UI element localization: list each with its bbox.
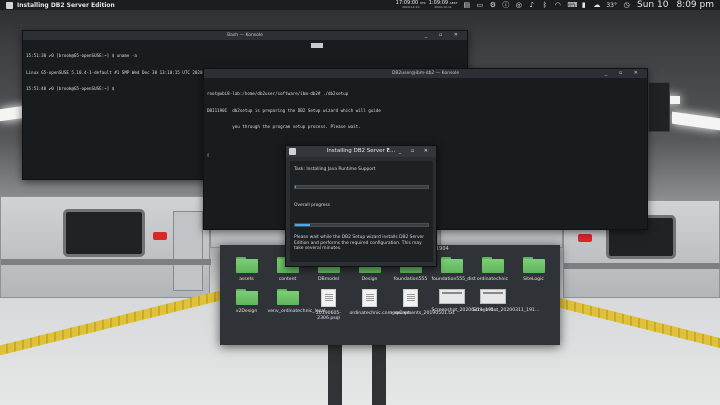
keyboard-icon[interactable]: ⌨: [567, 1, 577, 9]
terminal-line: DBI1190I db2setup is preparing the DB2 S…: [207, 107, 381, 113]
window-title: DB2user@ibm-db2 — Konsole: [391, 71, 460, 76]
world-clock-utc[interactable]: 17:09:00 UTC 2020-12-10: [396, 1, 426, 10]
window-titlebar[interactable]: Bash — Konsole _ ▫ ✕: [23, 31, 467, 40]
platform-edge: [560, 298, 720, 348]
clipboard-icon[interactable]: ▤: [463, 1, 471, 9]
monitor-icon[interactable]: ▭: [476, 1, 484, 9]
weather-icon[interactable]: ☁: [593, 1, 600, 9]
ttc-logo: [153, 232, 167, 240]
train-stripe: [1, 259, 211, 265]
db2-installer-dialog[interactable]: Installing DB2 Server E... ? _ ▫ ✕ Task:…: [285, 145, 437, 267]
file-label: v2Design: [235, 308, 258, 314]
file-label: Screenshot_20200311_191...: [431, 307, 499, 313]
folder-path-label: 1904: [436, 246, 449, 252]
clock-icon: ◷: [623, 0, 630, 9]
text-cursor: [311, 43, 323, 48]
update-icon[interactable]: ◎: [515, 1, 522, 9]
folder-icon: [235, 257, 258, 273]
dialog-titlebar[interactable]: Installing DB2 Server E... ? _ ▫ ✕: [286, 146, 436, 157]
platform-edge: [0, 290, 220, 356]
dialog-title: Installing DB2 Server E...: [326, 148, 396, 154]
background-window[interactable]: [648, 82, 670, 132]
file-label: 20190605-2306.psql: [315, 310, 342, 322]
file-label: Design: [361, 277, 378, 282]
panel-time[interactable]: 8:09 pm: [676, 0, 714, 10]
floor-stripe: [328, 345, 342, 405]
file-item[interactable]: Screenshot_20200311_191...: [472, 288, 540, 322]
train-door: [173, 211, 203, 291]
folder-icon: [235, 288, 258, 305]
terminal-line: you through the program setup process. P…: [207, 124, 361, 129]
file-label: SiteLogic: [523, 277, 544, 282]
overall-progress-bar: [294, 223, 429, 227]
terminal-line: 15:51:38 ✔0 [brook@G5-openSUSE:~] $ unam…: [26, 53, 137, 58]
file-item[interactable]: Screenshot_20200311_191...: [431, 288, 499, 322]
file-label: foundation555_dist: [431, 277, 476, 282]
document-icon: [321, 288, 336, 307]
file-item[interactable]: ordinatechnic: [472, 257, 513, 283]
overall-progress-label: Overall progress: [294, 203, 331, 208]
panel-date[interactable]: Sun 10: [637, 0, 668, 10]
info-icon[interactable]: ⓘ: [502, 1, 509, 9]
file-item[interactable]: venv_ordinatechnic_local: [267, 288, 326, 322]
window-controls[interactable]: _ ▫ ✕: [425, 31, 463, 40]
bluetooth-icon[interactable]: ᛒ: [541, 1, 548, 9]
ttc-logo: [578, 234, 592, 242]
file-item[interactable]: foundation555_dist: [431, 257, 476, 283]
clock-timezone: UTC: [419, 1, 426, 5]
file-label: assets: [239, 277, 254, 282]
install-message: Please wait while the DB2 Setup wizard i…: [294, 235, 425, 252]
world-clock-aest[interactable]: 1:09:09 AEST 2020-12-11: [429, 1, 458, 10]
battery-icon[interactable]: ▮: [580, 1, 587, 9]
overall-progress-fill: [295, 224, 310, 226]
train-stripe: [564, 263, 720, 269]
task-progress-bar: [294, 185, 429, 189]
file-item[interactable]: assets: [226, 257, 267, 283]
folder-icon: [276, 288, 299, 305]
active-window-title: Installing DB2 Server Edition: [17, 1, 115, 9]
terminal-line: root@ubi8-lab:/home/db2user/software/ibm…: [207, 91, 349, 96]
settings-icon[interactable]: ⚙: [489, 1, 496, 9]
task-label: Task: Installing Java Runtime Support: [294, 167, 376, 172]
installer-icon: [289, 148, 296, 155]
folder-icon: [440, 257, 463, 273]
floor-stripe: [372, 345, 386, 405]
file-label: content: [278, 277, 297, 282]
file-item[interactable]: 20190605-2306.psql: [308, 288, 349, 322]
window-title: Bash — Konsole: [227, 33, 263, 38]
file-item[interactable]: SiteLogic: [513, 257, 554, 283]
file-item[interactable]: ordinatechnic.com_reCapt...: [349, 288, 415, 322]
image-icon: [438, 288, 465, 304]
train-window: [63, 209, 145, 257]
file-label: ordinatechnic.com_reCapt...: [349, 310, 415, 316]
window-titlebar[interactable]: DB2user@ibm-db2 — Konsole _ ▫ ✕: [204, 69, 647, 78]
task-progress-fill: [295, 186, 297, 188]
window-controls[interactable]: _ ▫ ✕: [605, 69, 643, 78]
volume-icon[interactable]: ♪: [528, 1, 535, 9]
document-icon: [403, 288, 418, 307]
document-icon: [362, 288, 377, 307]
image-icon: [479, 288, 506, 304]
ceiling-light: [672, 111, 720, 131]
top-panel: Installing DB2 Server Edition 17:09:00 U…: [0, 0, 720, 10]
folder-icon: [481, 257, 504, 273]
file-label: Screenshot_20200311_191...: [472, 307, 540, 313]
wifi-icon[interactable]: ◠: [554, 1, 561, 9]
app-icon: [6, 1, 13, 9]
file-label: DBmodel: [318, 277, 339, 282]
subway-train-left: [0, 196, 211, 298]
file-item[interactable]: v2Design: [226, 288, 267, 322]
file-label: foundation555: [393, 277, 428, 282]
dialog-content: Task: Installing Java Runtime Support Ov…: [290, 161, 433, 262]
dialog-controls[interactable]: ? _ ▫ ✕: [387, 146, 433, 157]
file-label: requirements_20190501.txt: [390, 310, 455, 316]
temperature: 33°: [606, 1, 617, 9]
file-label: ordinatechnic: [476, 277, 509, 282]
file-item[interactable]: requirements_20190501.txt: [390, 288, 455, 322]
file-label: venv_ordinatechnic_local: [267, 308, 326, 314]
system-tray: 17:09:00 UTC 2020-12-10 1:09:09 AEST 202…: [396, 0, 720, 10]
folder-icon: [522, 257, 545, 273]
